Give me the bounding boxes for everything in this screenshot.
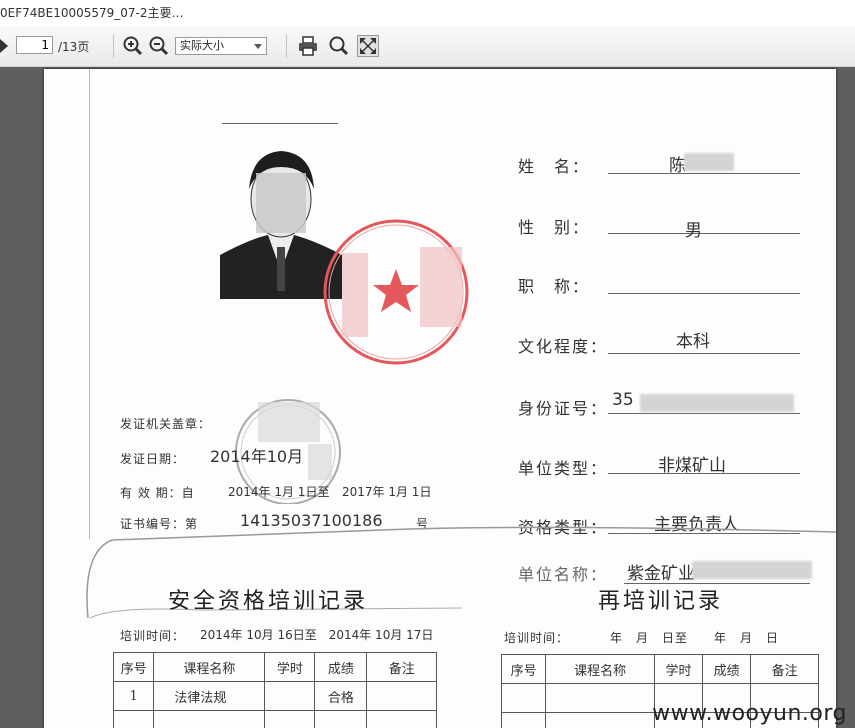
header-cell: 成绩 [314, 652, 368, 682]
unit-type-label: 单位类型： [518, 459, 609, 478]
page-fold-line [89, 69, 90, 539]
header-cell: 课程名称 [153, 652, 266, 682]
header-cell: 学时 [653, 654, 704, 684]
right-training-time-value: 年 月 日至 年 月 日 [610, 631, 780, 645]
redaction-blur [684, 153, 734, 171]
gender-value: 男 [685, 221, 702, 241]
retraining-record-title: 再培训记录 [598, 589, 724, 614]
left-training-time-label: 培训时间： [120, 629, 186, 643]
issue-date-label: 发证日期： [120, 452, 186, 466]
table-cell [264, 681, 316, 711]
left-training-time-value: 2014年 10月 16日至 2014年 10月 17日 [200, 628, 434, 642]
zoom-out-icon [149, 36, 169, 56]
toolbar-separator [113, 34, 114, 58]
validity-from: 2014年 1月 1日至 [228, 485, 330, 499]
education-value: 本科 [676, 332, 710, 352]
header-cell: 成绩 [702, 654, 752, 684]
zoom-level-value: 实际大小 [180, 39, 224, 52]
field-underline [608, 293, 800, 294]
validity-to: 2017年 1月 1日 [342, 485, 432, 499]
header-cell: 序号 [112, 652, 155, 682]
table-header-row: 序号 课程名称 学时 成绩 备注 [500, 654, 819, 684]
zoom-out-button[interactable] [148, 35, 170, 57]
right-training-time-label: 培训时间： [504, 631, 570, 645]
toolbar-separator [286, 34, 287, 58]
pdf-toolbar: /13页 实际大小 [0, 26, 855, 67]
document-page: 姓 名： 陈 性 别： 男 职 称： 文化程度： 本科 身份证号： 35 单位类… [44, 69, 836, 728]
zoom-in-button[interactable] [122, 35, 144, 57]
field-underline [608, 173, 800, 174]
id-number-label: 身份证号： [518, 399, 609, 418]
field-underline [608, 233, 800, 234]
title-label: 职 称： [518, 277, 591, 296]
issuer-seal-label: 发证机关盖章： [120, 417, 212, 431]
fullscreen-icon [360, 38, 376, 54]
zoom-level-select[interactable]: 实际大小 [175, 37, 267, 55]
validity-label: 有 效 期：自 [120, 486, 195, 500]
document-viewer[interactable]: 姓 名： 陈 性 别： 男 职 称： 文化程度： 本科 身份证号： 35 单位类… [0, 67, 855, 728]
page-total: /13页 [58, 40, 90, 54]
issue-date-value: 2014年10月 [210, 447, 304, 466]
table-cell: 1 [112, 681, 155, 711]
search-icon [329, 36, 349, 56]
print-button[interactable] [297, 35, 319, 57]
table-cell: 合格 [314, 681, 368, 711]
unit-type-value: 非煤矿山 [658, 456, 726, 476]
search-button[interactable] [328, 35, 350, 57]
header-cell: 备注 [750, 654, 819, 684]
table-cell [366, 681, 437, 711]
header-cell: 备注 [366, 652, 437, 682]
field-underline [608, 413, 800, 414]
window-title: 0EF74BE10005579_07-2主要… [0, 6, 184, 20]
print-icon [299, 36, 317, 56]
table-row [112, 710, 437, 728]
header-cell: 序号 [500, 654, 547, 684]
photo-top-line [222, 123, 338, 124]
page-number-input[interactable] [16, 36, 53, 54]
prev-page-icon [0, 39, 8, 53]
header-cell: 学时 [264, 652, 316, 682]
id-number-value: 35 [612, 390, 634, 410]
gender-label: 性 别： [518, 218, 591, 237]
watermark-text: www.wooyun.org [652, 701, 847, 726]
left-training-table: 序号 课程名称 学时 成绩 备注 1 法律法规 合格 [112, 652, 437, 728]
redaction-blur [640, 394, 794, 412]
prev-page-button[interactable] [0, 35, 10, 57]
table-cell: 法律法规 [153, 681, 266, 711]
field-underline [608, 353, 800, 354]
header-cell: 课程名称 [545, 654, 655, 684]
official-red-seal-image [323, 219, 469, 365]
fullscreen-button[interactable] [357, 35, 379, 57]
table-header-row: 序号 课程名称 学时 成绩 备注 [112, 652, 437, 682]
chevron-down-icon [254, 44, 262, 49]
table-row: 1 法律法规 合格 [112, 681, 437, 711]
zoom-in-icon [123, 36, 143, 56]
name-label: 姓 名： [518, 157, 591, 176]
education-label: 文化程度： [518, 337, 609, 356]
window-title-bar: 0EF74BE10005579_07-2主要… [0, 0, 855, 26]
safety-training-record-title: 安全资格培训记录 [168, 589, 369, 614]
